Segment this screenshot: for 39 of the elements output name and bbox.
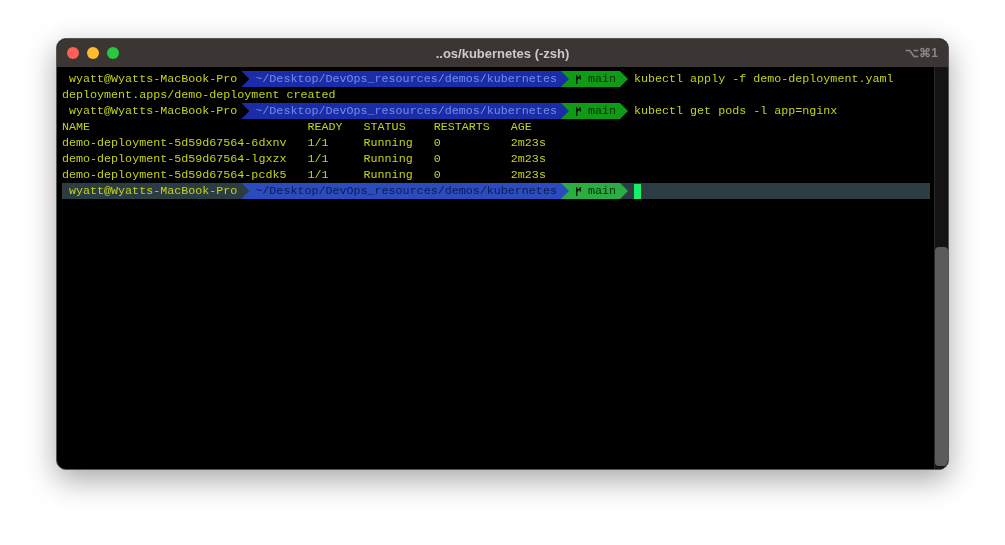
table-cell: Running <box>363 152 413 166</box>
minimize-button[interactable] <box>87 47 99 59</box>
git-branch-icon <box>574 105 582 117</box>
shortcut-label: ⌥⌘1 <box>905 46 938 60</box>
table-cell: demo-deployment-5d59d67564-6dxnv <box>62 136 287 150</box>
window-title: ..os/kubernetes (-zsh) <box>435 45 570 61</box>
table-cell: 0 <box>433 136 441 150</box>
git-branch-icon <box>574 185 582 197</box>
output-text: deployment.apps/demo-deployment created <box>62 88 336 102</box>
table-cell: demo-deployment-5d59d67564-pcdk5 <box>62 168 287 182</box>
close-button[interactable] <box>67 47 79 59</box>
table-cell: 1/1 <box>307 136 329 150</box>
prompt-path: ~/Desktop/DevOps_resources/demos/kubernetes <box>241 103 569 119</box>
table-cell: 2m23s <box>510 168 546 182</box>
scroll-thumb[interactable] <box>935 247 948 466</box>
column-header: STATUS <box>363 120 406 134</box>
table-cell: 0 <box>433 152 441 166</box>
column-header: RESTARTS <box>433 120 490 134</box>
command-text: kubectl apply -f demo-deployment.yaml <box>634 72 894 86</box>
table-cell: 2m23s <box>510 136 546 150</box>
prompt-path: ~/Desktop/DevOps_resources/demos/kubernetes <box>241 183 569 199</box>
column-header: READY <box>307 120 343 134</box>
text-cursor <box>634 183 641 199</box>
branch-name: main <box>587 184 616 198</box>
column-header: AGE <box>510 120 532 134</box>
branch-name: main <box>587 104 616 118</box>
command-text: kubectl get pods -l app=nginx <box>634 104 838 118</box>
table-cell: Running <box>363 136 413 150</box>
table-cell: demo-deployment-5d59d67564-lgxzx <box>62 152 287 166</box>
table-cell: Running <box>363 168 413 182</box>
table-cell: 2m23s <box>510 152 546 166</box>
table-cell: 1/1 <box>307 152 329 166</box>
git-branch-icon <box>574 73 582 85</box>
zoom-button[interactable] <box>107 47 119 59</box>
table-cell: 1/1 <box>307 168 329 182</box>
prompt-path: ~/Desktop/DevOps_resources/demos/kubernetes <box>241 71 569 87</box>
column-header: NAME <box>62 120 91 134</box>
table-cell: 0 <box>433 168 441 182</box>
branch-name: main <box>587 72 616 86</box>
